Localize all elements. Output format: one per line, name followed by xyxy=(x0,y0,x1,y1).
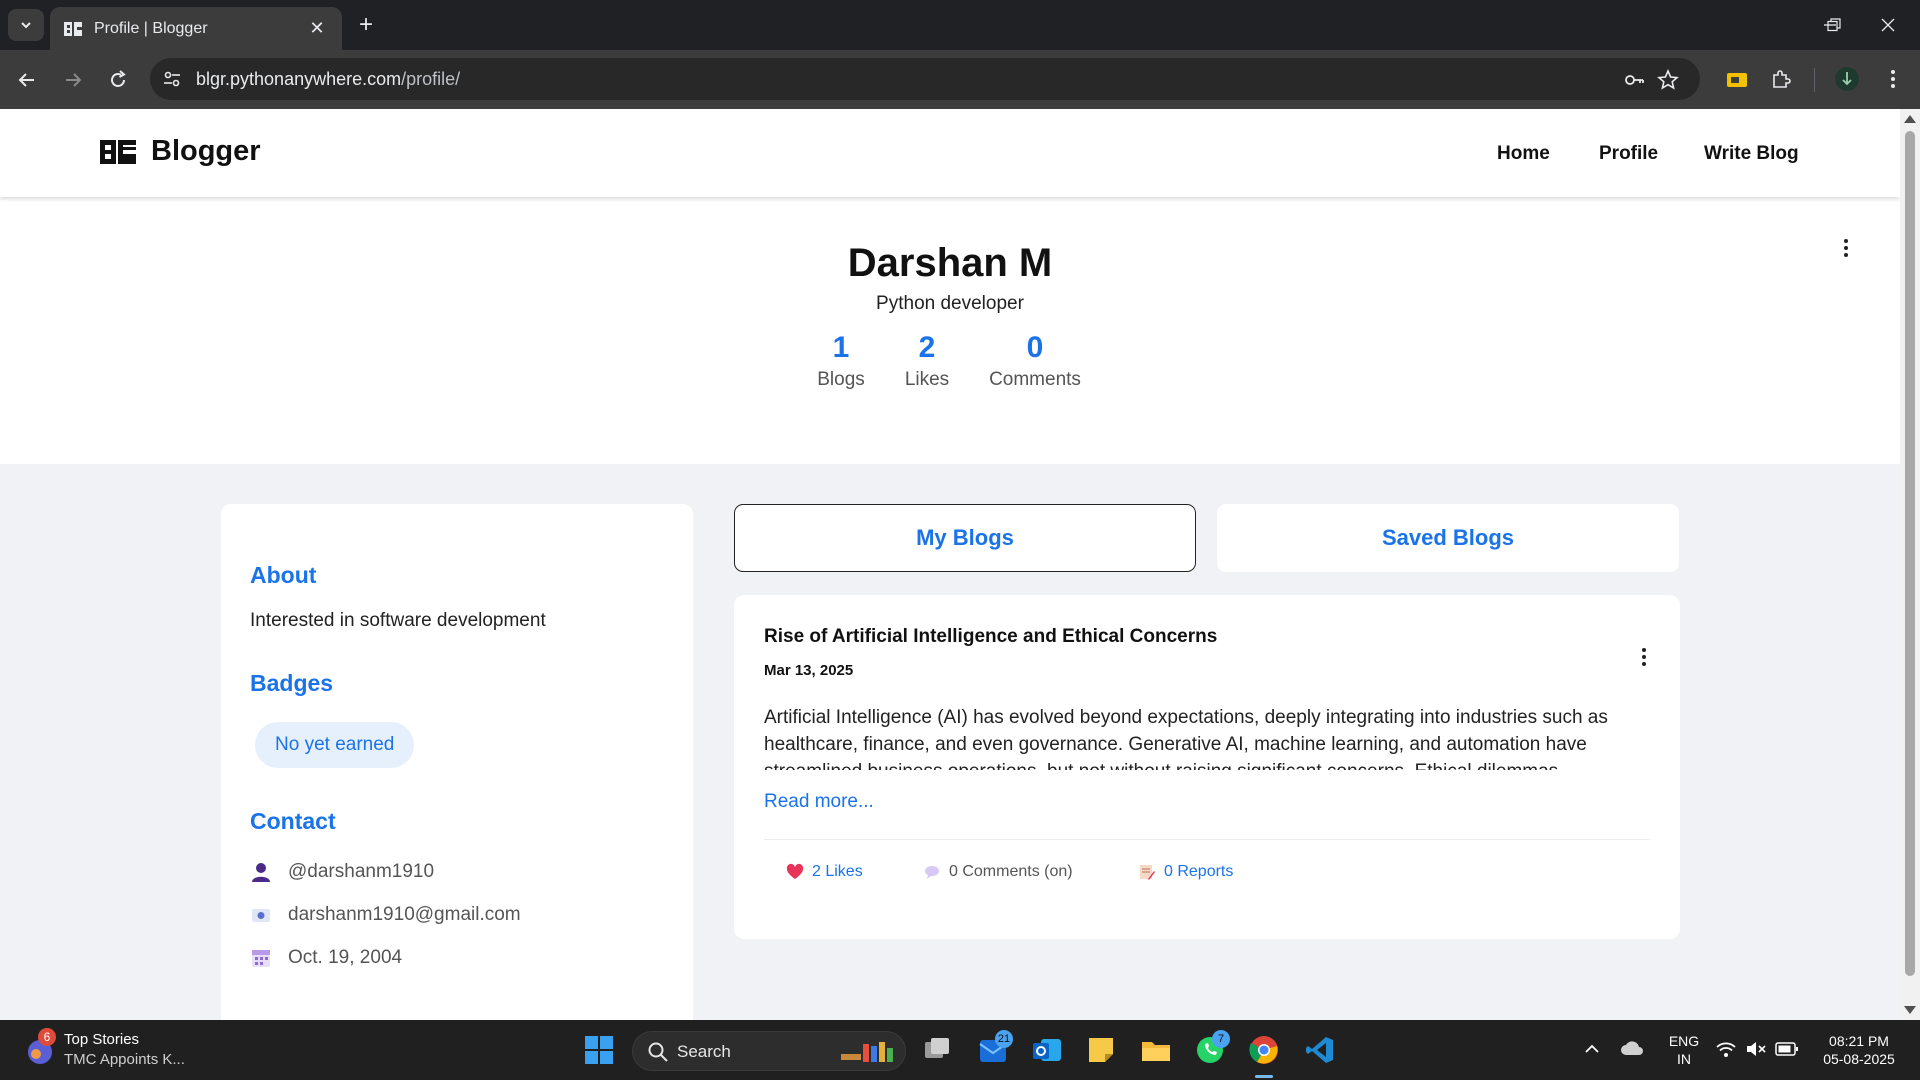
blog-reports[interactable]: 0 Reports xyxy=(1138,862,1233,882)
scroll-down-arrow-icon[interactable] xyxy=(1904,1006,1916,1014)
blog-options-kebab-icon[interactable] xyxy=(1638,647,1650,667)
bookmark-star-icon[interactable] xyxy=(1657,69,1679,91)
volume-muted-icon[interactable] xyxy=(1745,1040,1767,1058)
read-more-link[interactable]: Read more... xyxy=(764,791,874,813)
report-memo-icon xyxy=(1140,865,1155,880)
site-settings-icon[interactable] xyxy=(162,69,182,89)
contact-heading: Contact xyxy=(250,808,336,834)
blog-title[interactable]: Rise of Artificial Intelligence and Ethi… xyxy=(764,626,1217,648)
windows-start-icon[interactable] xyxy=(583,1034,615,1066)
email-icon xyxy=(252,909,270,922)
profile-info-card: About Interested in software development… xyxy=(221,504,693,1020)
blog-date: Mar 13, 2025 xyxy=(764,662,854,679)
calendar-icon xyxy=(252,950,270,967)
tab-my-blogs[interactable]: My Blogs xyxy=(734,504,1196,572)
onedrive-cloud-icon[interactable] xyxy=(1620,1039,1644,1057)
blog-likes[interactable]: 2 Likes xyxy=(786,862,863,882)
language-indicator[interactable]: ENG IN xyxy=(1666,1032,1702,1068)
browser-menu-icon[interactable] xyxy=(1880,66,1906,92)
page-scrollbar[interactable] xyxy=(1900,109,1920,1020)
contact-birthdate: Oct. 19, 2004 xyxy=(250,945,402,971)
chevron-down-icon xyxy=(21,22,31,29)
address-bar[interactable]: blgr.pythonanywhere.com/profile/ xyxy=(150,58,1700,100)
blogger-logo-icon[interactable] xyxy=(100,140,136,164)
profile-header: Darshan M Python developer 1 Blogs 2 Lik… xyxy=(0,197,1900,464)
browser-tab-strip: Profile | Blogger ✕ + xyxy=(0,0,1920,50)
battery-icon[interactable] xyxy=(1775,1041,1799,1057)
url-text[interactable]: blgr.pythonanywhere.com/profile/ xyxy=(196,69,460,90)
tab-saved-blogs[interactable]: Saved Blogs xyxy=(1217,504,1679,572)
profile-avatar-icon[interactable] xyxy=(1834,66,1860,92)
restore-window-button[interactable] xyxy=(1810,10,1858,40)
blogger-favicon-icon xyxy=(64,20,82,38)
mail-badge: 21 xyxy=(995,1030,1013,1048)
chrome-active-indicator xyxy=(1255,1075,1273,1078)
tab-search-button[interactable] xyxy=(8,9,44,41)
clock[interactable]: 08:21 PM 05-08-2025 xyxy=(1810,1032,1908,1068)
site-navbar: Blogger Home Profile Write Blog xyxy=(0,109,1900,197)
speech-bubble-icon xyxy=(925,866,939,879)
search-icon xyxy=(648,1042,668,1062)
close-window-button[interactable] xyxy=(1864,10,1912,40)
file-explorer-icon[interactable] xyxy=(1140,1034,1172,1066)
stat-comments: 0 Comments xyxy=(989,331,1081,390)
browser-toolbar: blgr.pythonanywhere.com/profile/ xyxy=(0,50,1920,109)
nav-link-profile[interactable]: Profile xyxy=(1599,143,1658,165)
search-highlight-books-icon xyxy=(841,1042,893,1062)
stat-likes: 2 Likes xyxy=(904,331,950,390)
person-icon xyxy=(252,863,270,882)
news-badge: 6 xyxy=(38,1028,56,1046)
forward-button[interactable] xyxy=(58,65,88,95)
news-headline[interactable]: TMC Appoints K... xyxy=(64,1051,185,1068)
sticky-notes-icon[interactable] xyxy=(1085,1034,1117,1066)
browser-tab-active[interactable]: Profile | Blogger ✕ xyxy=(50,7,342,50)
toolbar-divider xyxy=(1814,68,1815,92)
nav-link-write-blog[interactable]: Write Blog xyxy=(1704,143,1799,165)
about-heading: About xyxy=(250,562,317,588)
chrome-icon[interactable] xyxy=(1248,1034,1280,1066)
blog-post-card: Rise of Artificial Intelligence and Ethi… xyxy=(734,595,1680,939)
arrow-left-icon xyxy=(18,73,34,87)
scroll-thumb[interactable] xyxy=(1905,131,1915,976)
profile-options-kebab-icon[interactable] xyxy=(1840,237,1852,259)
arrow-right-icon xyxy=(66,73,82,87)
vscode-icon[interactable] xyxy=(1304,1034,1336,1066)
whatsapp-badge: 7 xyxy=(1212,1030,1230,1048)
badges-heading: Badges xyxy=(250,670,334,696)
blog-excerpt: Artificial Intelligence (AI) has evolved… xyxy=(764,707,1608,770)
nav-link-home[interactable]: Home xyxy=(1497,143,1550,165)
extensions-puzzle-icon[interactable] xyxy=(1768,66,1794,92)
web-page: Blogger Home Profile Write Blog Darshan … xyxy=(0,109,1900,1020)
task-view-icon[interactable] xyxy=(921,1034,953,1066)
contact-username: @darshanm1910 xyxy=(250,859,434,885)
stat-blogs: 1 Blogs xyxy=(817,331,865,390)
close-icon xyxy=(1881,18,1895,32)
blog-comments[interactable]: 0 Comments (on) xyxy=(923,862,1073,882)
tray-overflow-chevron-icon[interactable] xyxy=(1584,1043,1600,1055)
outlook-app-icon[interactable] xyxy=(1031,1034,1063,1066)
restore-icon xyxy=(1827,18,1841,32)
reload-icon xyxy=(111,70,126,87)
reload-button[interactable] xyxy=(103,65,133,95)
blog-card-divider xyxy=(764,839,1650,840)
back-button[interactable] xyxy=(12,65,42,95)
news-title[interactable]: Top Stories xyxy=(64,1031,139,1048)
about-text: Interested in software development xyxy=(250,610,546,631)
extension-wallet-icon[interactable] xyxy=(1724,66,1750,92)
profile-tagline: Python developer xyxy=(876,293,1024,314)
heart-icon xyxy=(786,863,804,879)
search-placeholder: Search xyxy=(677,1042,731,1061)
windows-taskbar: 6 Top Stories TMC Appoints K... Search 2… xyxy=(0,1020,1920,1080)
wifi-icon[interactable] xyxy=(1715,1040,1737,1058)
badge-status: No yet earned xyxy=(255,722,415,768)
tab-title: Profile | Blogger xyxy=(94,19,208,37)
key-icon[interactable] xyxy=(1623,69,1645,91)
tab-close-icon[interactable]: ✕ xyxy=(306,18,328,39)
scroll-up-arrow-icon[interactable] xyxy=(1904,115,1916,123)
taskbar-search[interactable]: Search xyxy=(632,1031,906,1071)
contact-email: darshanm1910@gmail.com xyxy=(250,902,521,928)
new-tab-button[interactable]: + xyxy=(352,11,380,39)
profile-name: Darshan M xyxy=(847,241,1053,285)
brand-name[interactable]: Blogger xyxy=(151,135,261,168)
